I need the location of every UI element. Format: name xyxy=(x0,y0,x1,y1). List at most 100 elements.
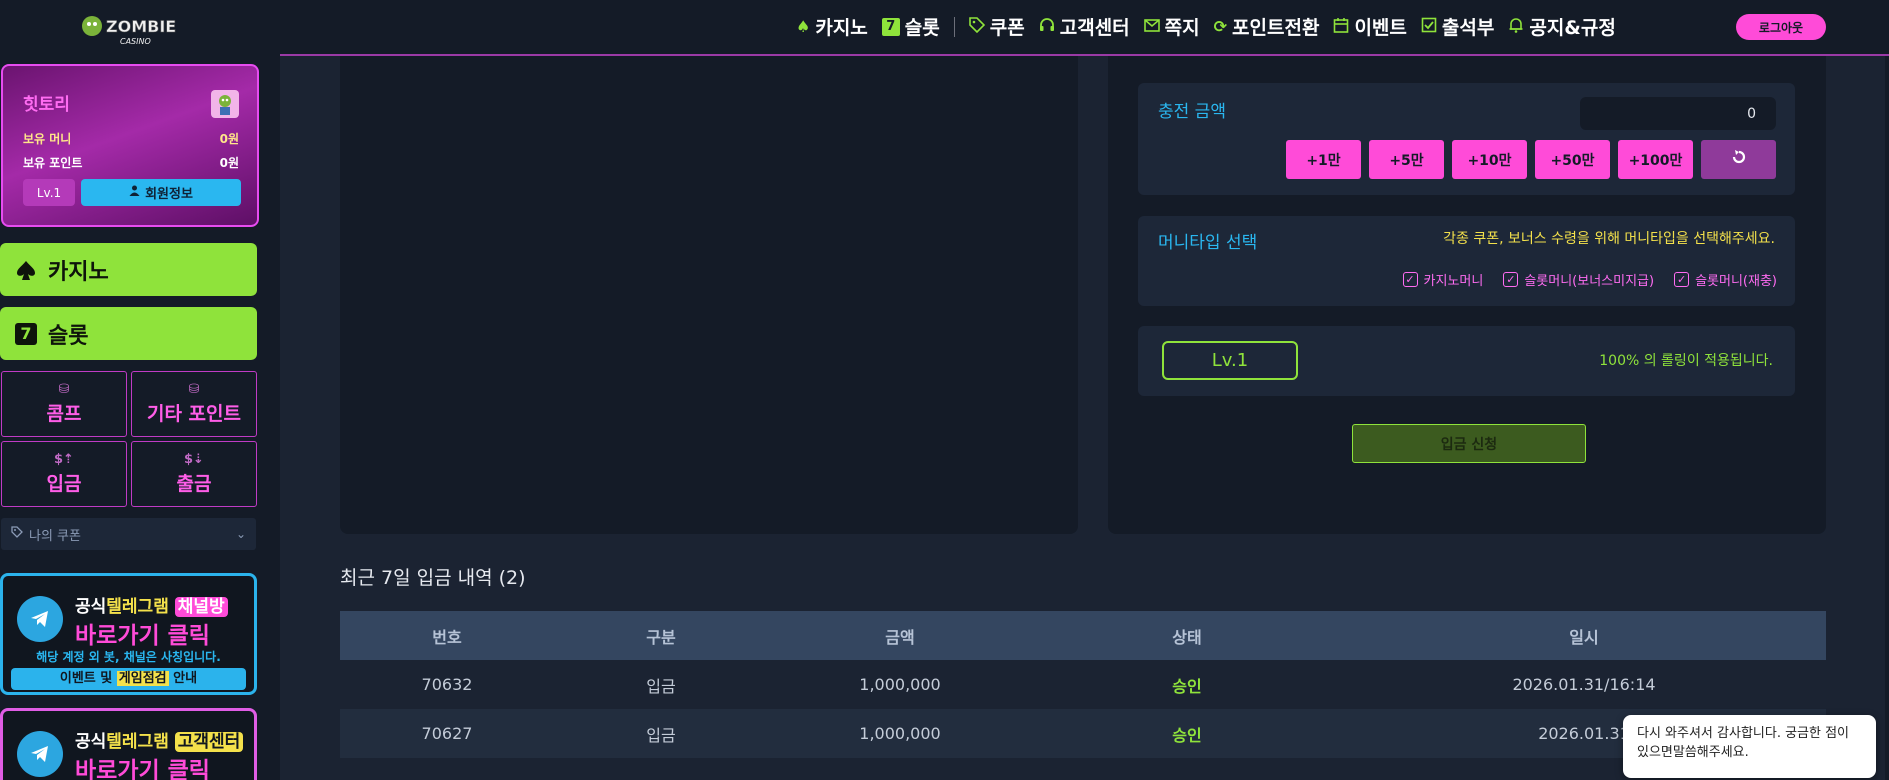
table-row: 70632 입금 1,000,000 승인 2026.01.31/16:14 xyxy=(340,660,1826,709)
nav-attendance[interactable]: 출석부 xyxy=(1421,13,1494,40)
row-type: 입금 xyxy=(646,676,676,696)
row-status: 승인 xyxy=(1172,725,1202,745)
add-1m-button[interactable]: +100만 xyxy=(1618,140,1693,179)
point-label: 보유 포인트 xyxy=(23,156,83,170)
coins-icon: ⛁ xyxy=(188,381,200,397)
nav-casino[interactable]: ♠ 카지노 xyxy=(796,13,868,40)
slot-money-no-bonus-label: 슬롯머니(보너스미지급) xyxy=(1524,274,1655,289)
member-info-button[interactable]: 회원정보 xyxy=(81,179,241,206)
charge-amount-input[interactable] xyxy=(1580,97,1776,130)
sidebar-casino-button[interactable]: 카지노 xyxy=(0,243,257,296)
add-50k-button[interactable]: +5만 xyxy=(1369,140,1444,179)
avatar[interactable] xyxy=(211,90,239,118)
charge-amount-label: 충전 금액 xyxy=(1158,102,1226,122)
nav-notice[interactable]: 공지&규정 xyxy=(1508,13,1616,40)
nav-message-label: 쪽지 xyxy=(1164,17,1200,39)
money-type-box: 머니타입 선택 각종 쿠폰, 보너스 수령을 위해 머니타입을 선택해주세요. … xyxy=(1138,216,1795,306)
reset-amount-button[interactable] xyxy=(1701,140,1776,179)
checkbox-icon xyxy=(1421,17,1437,37)
level-button[interactable]: Lv.1 xyxy=(23,179,75,206)
nav-casino-label: 카지노 xyxy=(815,17,868,39)
deposit-icon: $⇡ xyxy=(54,451,74,467)
money-row: 보유 머니 0원 xyxy=(23,130,239,147)
scrollbar[interactable] xyxy=(1885,56,1889,780)
charge-amount-box: 충전 금액 +1만 +5만 +10만 +50만 +100만 xyxy=(1138,83,1795,195)
my-coupon-dropdown[interactable]: 나의 쿠폰 ⌄ xyxy=(1,518,256,550)
deposit-tile[interactable]: $⇡ 입금 xyxy=(1,441,127,507)
rolling-text: 100% 의 롤링이 적용됩니다. xyxy=(1599,353,1773,369)
svg-text:CASINO: CASINO xyxy=(120,37,151,46)
chat-welcome-tooltip[interactable]: 다시 와주셔서 감사합니다. 궁금한 점이 있으면말씀해주세요. xyxy=(1623,715,1876,778)
comp-label: 콤프 xyxy=(46,402,82,425)
column-header: 상태 xyxy=(1172,627,1202,647)
coupon-label: 나의 쿠폰 xyxy=(29,528,81,544)
add-100k-button[interactable]: +10만 xyxy=(1452,140,1527,179)
telegram-support-banner[interactable]: 공식텔레그램 고객센터 바로가기 클릭 xyxy=(0,708,257,780)
nav-support[interactable]: 고객센터 xyxy=(1039,13,1130,40)
slot-money-recharge-checkbox[interactable]: ✓ 슬롯머니(재충) xyxy=(1674,270,1777,289)
zombie-casino-logo[interactable]: ZOMBIE CASINO xyxy=(80,8,180,52)
spade-icon xyxy=(14,258,38,282)
row-type: 입금 xyxy=(646,725,676,745)
casino-money-label: 카지노머니 xyxy=(1423,274,1484,289)
banner-event-notice: 이벤트 및 게임점검 안내 xyxy=(11,668,246,690)
money-type-options: ✓ 카지노머니 ✓ 슬롯머니(보너스미지급) ✓ 슬롯머니(재충) xyxy=(1402,270,1777,289)
headset-icon xyxy=(1039,17,1055,37)
refresh-icon: ⟳ xyxy=(1213,17,1228,36)
user-icon xyxy=(129,185,140,200)
nav-event[interactable]: 이벤트 xyxy=(1333,13,1407,40)
mail-icon xyxy=(1143,17,1160,37)
banner-notice: 해당 계정 외 봇, 채널은 사칭입니다. xyxy=(36,650,221,664)
add-500k-button[interactable]: +50만 xyxy=(1535,140,1610,179)
left-content-panel xyxy=(340,56,1078,534)
nav-event-label: 이벤트 xyxy=(1354,17,1407,39)
history-title: 최근 7일 입금 내역 (2) xyxy=(340,567,526,589)
slot-label: 슬롯 xyxy=(48,323,89,349)
nav-divider xyxy=(953,16,955,37)
banner-cta: 바로가기 클릭 xyxy=(75,623,210,649)
nav-slot-label: 슬롯 xyxy=(904,17,940,39)
comp-tile[interactable]: ⛁ 콤프 xyxy=(1,371,127,437)
seven-icon: 7 xyxy=(881,17,900,36)
coins-icon: ⛁ xyxy=(58,381,70,397)
point-value: 0원 xyxy=(219,156,239,170)
other-point-tile[interactable]: ⛁ 기타 포인트 xyxy=(131,371,257,437)
zombie-logo-icon: ZOMBIE CASINO xyxy=(82,16,177,46)
casino-money-checkbox[interactable]: ✓ 카지노머니 xyxy=(1402,270,1484,289)
column-header: 금액 xyxy=(885,627,915,647)
nav-point-convert[interactable]: ⟳ 포인트전환 xyxy=(1214,13,1320,40)
row-amount: 1,000,000 xyxy=(859,724,941,743)
slot-money-no-bonus-checkbox[interactable]: ✓ 슬롯머니(보너스미지급) xyxy=(1503,270,1654,289)
nav-slot[interactable]: 7 슬롯 xyxy=(881,13,940,40)
sidebar-slot-button[interactable]: 7 슬롯 xyxy=(0,307,257,360)
money-label: 보유 머니 xyxy=(23,132,72,146)
money-type-hint: 각종 쿠폰, 보너스 수령을 위해 머니타입을 선택해주세요. xyxy=(1443,231,1775,247)
nav-coupon[interactable]: 쿠폰 xyxy=(968,13,1025,40)
table-row: 70627 입금 1,000,000 승인 2026.01.31 xyxy=(340,709,1826,758)
logout-button[interactable]: 로그아웃 xyxy=(1736,14,1826,40)
withdraw-label: 출금 xyxy=(176,472,212,495)
row-datetime: 2026.01.31/16:14 xyxy=(1512,675,1656,694)
deposit-request-button[interactable]: 입금 신청 xyxy=(1352,424,1586,463)
point-row: 보유 포인트 0원 xyxy=(23,154,239,171)
telegram-icon xyxy=(17,731,63,777)
bell-icon xyxy=(1508,17,1524,37)
withdraw-icon: $⇣ xyxy=(184,451,204,467)
nav-support-label: 고객센터 xyxy=(1059,17,1130,39)
nav-attendance-label: 출석부 xyxy=(1441,17,1495,39)
telegram-channel-banner[interactable]: 공식텔레그램 채널방 바로가기 클릭 해당 계정 외 봇, 채널은 사칭입니다.… xyxy=(0,573,257,695)
money-type-label: 머니타입 선택 xyxy=(1158,233,1258,253)
nav-menu: ♠ 카지노 7 슬롯 쿠폰 고객센터 쪽지 ⟳ 포인트전환 이벤트 출석부 공지… xyxy=(796,13,1616,40)
chevron-down-icon: ⌄ xyxy=(235,527,246,541)
zombie-avatar-icon xyxy=(219,95,231,115)
withdraw-tile[interactable]: $⇣ 출금 xyxy=(131,441,257,507)
nav-message[interactable]: 쪽지 xyxy=(1143,13,1200,40)
tag-icon xyxy=(11,526,23,542)
deposit-history-table: 번호 구분 금액 상태 일시 70632 입금 1,000,000 승인 202… xyxy=(340,611,1826,758)
member-info-label: 회원정보 xyxy=(145,187,193,202)
column-header: 구분 xyxy=(646,627,676,647)
amount-buttons: +1만 +5만 +10만 +50만 +100만 xyxy=(1286,140,1776,179)
seven-icon: 7 xyxy=(14,322,38,346)
telegram-icon xyxy=(17,596,63,642)
add-10k-button[interactable]: +1만 xyxy=(1286,140,1361,179)
